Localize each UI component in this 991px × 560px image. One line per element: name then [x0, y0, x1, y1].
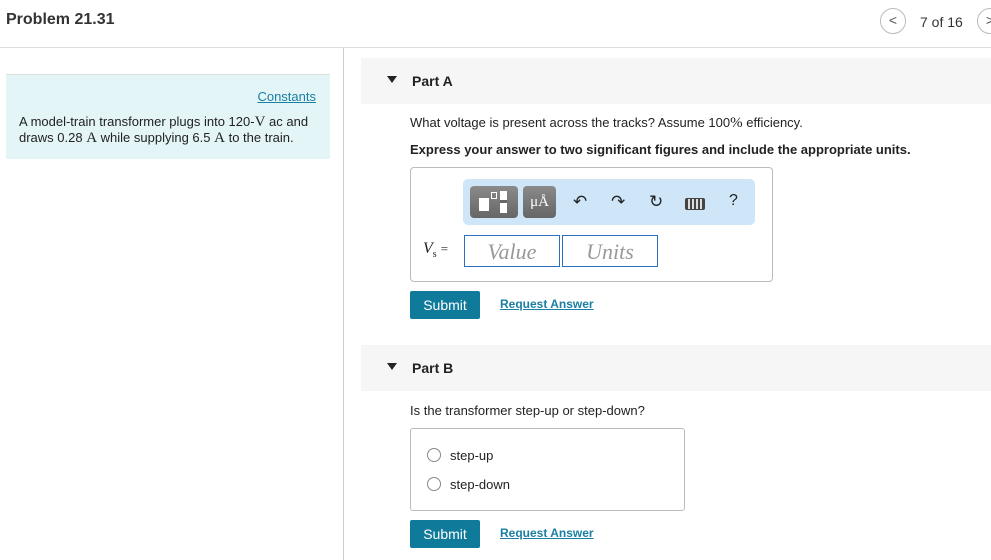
part-a-header[interactable]: Part A [361, 58, 991, 104]
template-icon [479, 198, 489, 211]
problem-text: A model-train transformer plugs into 120… [19, 114, 329, 146]
constants-link[interactable]: Constants [257, 89, 316, 104]
collapse-triangle-icon [387, 76, 397, 83]
part-a-request-answer-link[interactable]: Request Answer [500, 297, 594, 311]
t4: to the train. [224, 130, 294, 145]
undo-icon[interactable]: ↶ [573, 192, 587, 212]
problem-title: Problem 21.31 [6, 11, 115, 28]
redo-icon[interactable]: ↷ [611, 192, 625, 212]
template-button[interactable] [470, 186, 518, 218]
units-input[interactable]: Units [562, 235, 658, 267]
part-b-header[interactable]: Part B [361, 345, 991, 391]
part-a-question: What voltage is present across the track… [410, 115, 803, 132]
value-input[interactable]: Value [464, 235, 560, 267]
radio-step-down[interactable] [427, 477, 441, 491]
var: V [423, 240, 433, 257]
part-b-request-answer-link[interactable]: Request Answer [500, 526, 594, 540]
q2: efficiency. [742, 115, 803, 130]
part-b-question: Is the transformer step-up or step-down? [410, 403, 645, 418]
template-icon-sup [491, 192, 497, 199]
part-b-submit-button[interactable]: Submit [410, 520, 480, 548]
page-indicator: 7 of 16 [920, 14, 963, 30]
part-a-label: Part A [412, 73, 453, 89]
q1: What voltage is present across the track… [410, 115, 731, 130]
unit-v: V [254, 114, 266, 130]
t3: while supplying 6.5 [97, 130, 215, 145]
units-button[interactable]: μÅ [523, 186, 556, 218]
pct: % [730, 115, 743, 131]
variable-label: Vs = [423, 240, 448, 260]
part-a-submit-button[interactable]: Submit [410, 291, 480, 319]
fraction-icon-den [500, 204, 507, 213]
help-button[interactable]: ? [729, 192, 738, 210]
problem-panel: Constants A model-train transformer plug… [6, 74, 330, 159]
unit-a: A [214, 130, 225, 146]
part-a-instruction: Express your answer to two significant f… [410, 142, 911, 157]
option-step-down[interactable]: step-down [450, 477, 510, 492]
options-box: step-up step-down [410, 428, 685, 511]
keyboard-icon[interactable] [685, 198, 705, 210]
collapse-triangle-icon [387, 363, 397, 370]
part-b-label: Part B [412, 360, 454, 376]
unit-a: A [86, 130, 98, 146]
var-sub: s [432, 249, 437, 261]
math-toolbar: μÅ ↶ ↷ ↻ ? [463, 179, 755, 225]
column-divider [343, 48, 344, 560]
answer-box: μÅ ↶ ↷ ↻ ? Vs = Value Units [410, 167, 773, 282]
reset-icon[interactable]: ↻ [649, 192, 663, 212]
radio-step-up[interactable] [427, 448, 441, 462]
t1: A model-train transformer plugs into 120… [19, 114, 255, 129]
fraction-icon [500, 191, 507, 203]
option-step-up[interactable]: step-up [450, 448, 493, 463]
next-button[interactable]: > [977, 8, 991, 34]
prev-button[interactable]: < [880, 8, 906, 34]
header-divider [0, 47, 991, 48]
equals: = [440, 241, 449, 256]
